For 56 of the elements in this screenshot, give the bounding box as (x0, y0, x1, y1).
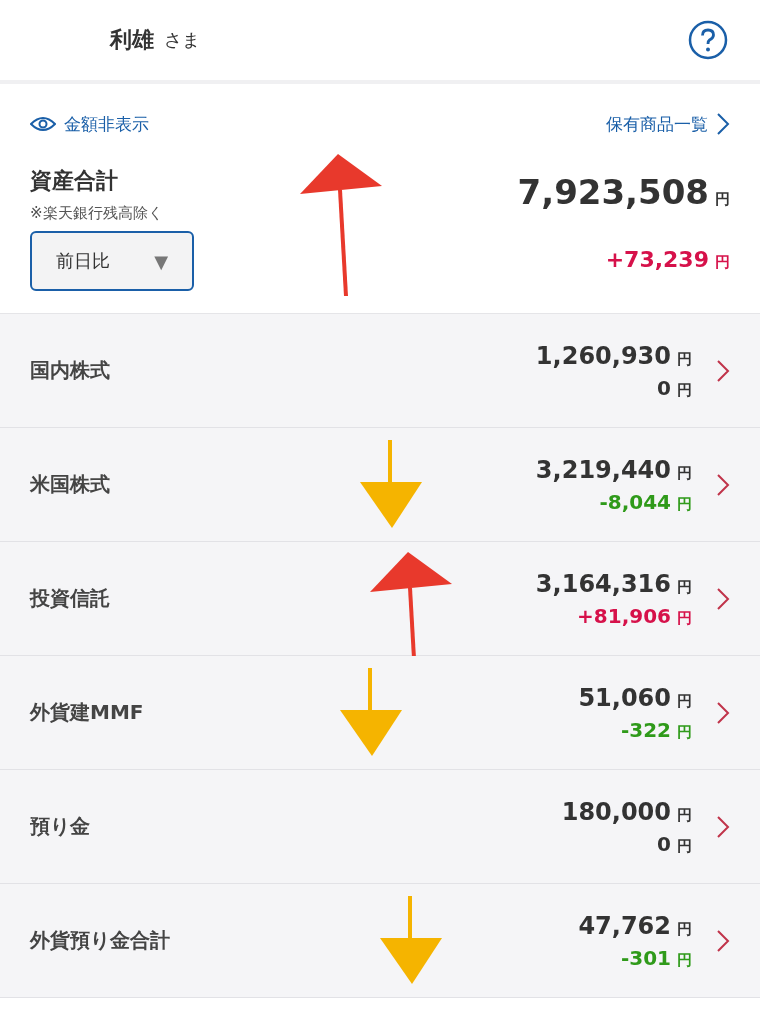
asset-change: -322 (620, 717, 671, 742)
asset-amount: 51,060 (578, 683, 671, 712)
asset-label: 預り金 (30, 813, 91, 840)
asset-row[interactable]: 預り金 180,000 円 0 円 (0, 770, 760, 884)
yen-unit: 円 (677, 349, 692, 369)
period-dropdown[interactable]: 前日比 ▼ (30, 231, 194, 291)
help-icon[interactable] (688, 20, 728, 60)
yen-unit: 円 (677, 494, 692, 514)
chevron-right-icon (716, 700, 730, 725)
asset-label: 国内株式 (30, 357, 111, 384)
yen-unit: 円 (677, 722, 692, 742)
asset-amount: 3,164,316 (535, 569, 671, 598)
asset-amount: 47,762 (578, 911, 671, 940)
yen-unit: 円 (677, 836, 692, 856)
asset-amount: 1,260,930 (535, 341, 671, 370)
asset-label: 外貨預り金合計 (30, 927, 171, 954)
asset-change: -8,044 (599, 489, 671, 514)
asset-change: +81,906 (577, 603, 671, 628)
yen-unit: 円 (677, 463, 692, 483)
chevron-right-icon (716, 358, 730, 383)
yen-unit: 円 (677, 805, 692, 825)
asset-row[interactable]: 米国株式 3,219,440 円 -8,044 円 (0, 428, 760, 542)
total-change: +73,239 (605, 247, 709, 272)
yen-unit: 円 (677, 380, 692, 400)
asset-change: 0 (657, 831, 671, 856)
yen-unit: 円 (677, 950, 692, 970)
hide-amounts-link[interactable]: 金額非表示 (30, 112, 149, 136)
total-assets-title: 資産合計 (30, 167, 119, 195)
honorific: さま (164, 28, 200, 52)
asset-label: 外貨建MMF (30, 699, 145, 726)
yen-unit: 円 (677, 691, 692, 711)
user-name: 利雄 (110, 26, 154, 54)
yen-unit: 円 (677, 577, 692, 597)
yen-unit: 円 (677, 608, 692, 628)
yen-unit: 円 (677, 919, 692, 939)
holdings-link[interactable]: 保有商品一覧 (606, 112, 730, 136)
eye-icon (30, 116, 56, 132)
total-amount: 7,923,508 (517, 172, 709, 212)
yen-unit: 円 (715, 190, 730, 209)
asset-label: 投資信託 (30, 585, 111, 612)
asset-row[interactable]: 外貨預り金合計 47,762 円 -301 円 (0, 884, 760, 998)
chevron-right-icon (716, 112, 730, 136)
asset-row[interactable]: 国内株式 1,260,930 円 0 円 (0, 314, 760, 428)
asset-row[interactable]: 外貨建MMF 51,060 円 -322 円 (0, 656, 760, 770)
asset-change: 0 (657, 375, 671, 400)
chevron-right-icon (716, 586, 730, 611)
chevron-right-icon (716, 814, 730, 839)
asset-row[interactable]: 投資信託 3,164,316 円 +81,906 円 (0, 542, 760, 656)
chevron-right-icon (716, 928, 730, 953)
note: ※楽天銀行残高除く (30, 204, 164, 223)
asset-amount: 180,000 (561, 797, 671, 826)
asset-amount: 3,219,440 (535, 455, 671, 484)
yen-unit: 円 (715, 253, 730, 272)
chevron-right-icon (716, 472, 730, 497)
asset-label: 米国株式 (30, 471, 111, 498)
asset-change: -301 (620, 945, 671, 970)
